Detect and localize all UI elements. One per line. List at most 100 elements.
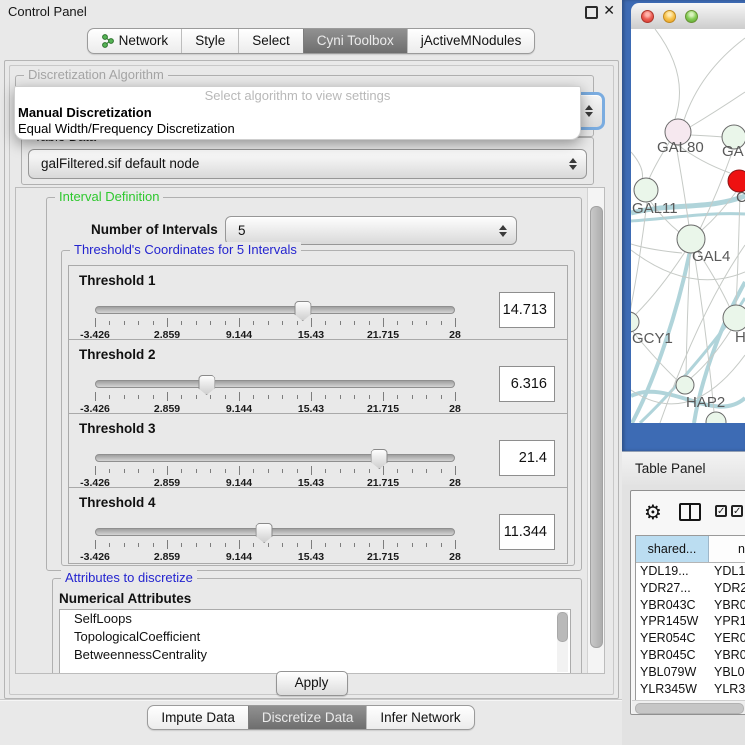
cell[interactable]: YBR0	[708, 597, 745, 614]
dropdown-option-equal-width-frequency[interactable]: Equal Width/Frequency Discretization	[15, 121, 580, 137]
network-window-titlebar[interactable]	[631, 3, 745, 30]
table-row[interactable]: YLR345WYLR3	[636, 681, 745, 698]
float-window-icon[interactable]	[585, 6, 598, 19]
close-icon[interactable]: ✕	[603, 3, 615, 19]
cell[interactable]: YLR345W	[636, 681, 708, 698]
list-scrollbar[interactable]	[557, 612, 568, 672]
table-row[interactable]: YBR043CYBR0	[636, 597, 745, 614]
cell[interactable]: YBL079W	[636, 664, 708, 681]
table-toolbar: ⚙ ✓ ✓	[631, 491, 745, 535]
attributes-group-title: Attributes to discretize	[61, 570, 197, 585]
tab-infer-network[interactable]: Infer Network	[366, 706, 473, 729]
cell[interactable]: YER054C	[636, 630, 708, 647]
number-of-intervals-combobox[interactable]: 5	[225, 216, 517, 245]
cell[interactable]: YER0	[708, 630, 745, 647]
cell[interactable]: YBR0	[708, 647, 745, 664]
settings-scroll-region: Interval Definition Number of Intervals …	[15, 187, 605, 674]
dropdown-prompt-item[interactable]: Select algorithm to view settings	[15, 87, 580, 105]
cell[interactable]: YPR145W	[636, 613, 708, 630]
node-right-mid[interactable]	[723, 305, 745, 331]
slider-track[interactable]	[95, 528, 455, 536]
tab-style[interactable]: Style	[181, 29, 238, 53]
control-panel-titlebar: Control Panel ✕	[0, 0, 622, 24]
threshold-2-slider: -3.4262.8599.14415.4321.71528	[95, 376, 455, 414]
list-scrollbar-thumb[interactable]	[557, 612, 568, 642]
apply-button[interactable]: Apply	[276, 671, 348, 696]
gear-icon[interactable]: ⚙	[644, 500, 662, 524]
window-controls	[641, 10, 698, 23]
threshold-1-value-field[interactable]: 14.713	[499, 292, 555, 328]
edge	[690, 92, 745, 127]
node-label: GAL80	[657, 139, 704, 156]
interval-definition-group: Interval Definition Number of Intervals …	[46, 197, 582, 571]
table-data-combobox[interactable]: galFiltered.sif default node	[28, 149, 587, 179]
tab-infer-network-label: Infer Network	[380, 706, 460, 729]
tab-jactivemnodules[interactable]: jActiveMNodules	[407, 29, 535, 53]
cell[interactable]: YBL0	[708, 664, 745, 681]
tab-discretize-data[interactable]: Discretize Data	[248, 706, 367, 729]
settings-scrollbar-thumb[interactable]	[590, 206, 603, 648]
cell[interactable]: YBR043C	[636, 597, 708, 614]
minimize-traffic-light-icon[interactable]	[663, 10, 676, 23]
scale-label: 21.715	[367, 551, 399, 563]
column-header-name[interactable]: n	[709, 536, 745, 562]
node-label: GAL4	[692, 248, 730, 265]
tab-cyni-toolbox[interactable]: Cyni Toolbox	[303, 29, 407, 53]
slider-track[interactable]	[95, 380, 455, 388]
table-row[interactable]: YDR27...YDR2	[636, 580, 745, 597]
cell[interactable]: YLR3	[708, 681, 745, 698]
settings-vertical-scrollbar[interactable]	[587, 188, 604, 673]
checkbox-icon[interactable]: ✓	[715, 505, 727, 517]
slider-scale: -3.4262.8599.14415.4321.71528	[95, 551, 455, 563]
table-row[interactable]: YBR045CYBR0	[636, 647, 745, 664]
split-columns-icon[interactable]	[679, 503, 701, 521]
threshold-3-slider: -3.4262.8599.14415.4321.71528	[95, 450, 455, 488]
close-traffic-light-icon[interactable]	[641, 10, 654, 23]
control-panel-title: Control Panel	[8, 4, 87, 19]
node-label: GA	[722, 143, 744, 160]
table-horizontal-scrollbar[interactable]	[632, 700, 745, 714]
right-column: GAL80 GA GAL11 GAL4 GCY1 H HAP2 C Table …	[622, 0, 745, 745]
list-item[interactable]: BetweennessCentrality	[60, 646, 570, 664]
cell[interactable]: YDR27...	[636, 580, 708, 597]
list-item[interactable]: TopologicalCoefficient	[60, 628, 570, 646]
node-bottom[interactable]	[706, 412, 726, 423]
bottom-tabbar: Impute Data Discretize Data Infer Networ…	[0, 705, 622, 730]
node-gal11[interactable]	[634, 178, 658, 202]
cell[interactable]: YBR045C	[636, 647, 708, 664]
tab-network[interactable]: Network	[88, 29, 182, 53]
edge	[631, 202, 647, 312]
threshold-2-value-field[interactable]: 6.316	[499, 366, 555, 402]
tab-select[interactable]: Select	[238, 29, 303, 53]
numerical-attributes-label: Numerical Attributes	[59, 591, 191, 606]
cell[interactable]: YPR1	[708, 613, 745, 630]
table-row[interactable]: YBL079WYBL0	[636, 664, 745, 681]
threshold-4-value-field[interactable]: 11.344	[499, 514, 555, 550]
cell[interactable]: YDR2	[708, 580, 745, 597]
node-gcy1[interactable]	[631, 312, 639, 332]
slider-track[interactable]	[95, 306, 455, 314]
column-header-shared-name[interactable]: shared...	[636, 536, 709, 562]
table-row[interactable]: YDL19...YDL1	[636, 563, 745, 580]
slider-ticks	[95, 318, 455, 328]
table-header-row: shared... n	[636, 536, 745, 563]
tab-impute-data[interactable]: Impute Data	[148, 706, 248, 729]
dropdown-option-manual-discretization[interactable]: Manual Discretization	[15, 105, 580, 121]
slider-track[interactable]	[95, 454, 455, 462]
cell[interactable]: YDL1	[708, 563, 745, 580]
slider-ticks	[95, 392, 455, 402]
node-hap2[interactable]	[676, 376, 694, 394]
threshold-3-value-field[interactable]: 21.4	[499, 440, 555, 476]
combo-arrows-icon	[569, 158, 577, 170]
table-row[interactable]: YPR145WYPR1	[636, 613, 745, 630]
list-item[interactable]: SelfLoops	[60, 610, 570, 628]
combo-arrows-icon	[585, 105, 593, 117]
table-row[interactable]: YER054CYER0	[636, 630, 745, 647]
checkbox-icon[interactable]: ✓	[731, 505, 743, 517]
zoom-traffic-light-icon[interactable]	[685, 10, 698, 23]
table-panel-title: Table Panel	[635, 452, 706, 485]
tab-jactivemnodules-label: jActiveMNodules	[421, 29, 522, 53]
table-scrollbar-thumb[interactable]	[635, 703, 744, 714]
network-canvas[interactable]: GAL80 GA GAL11 GAL4 GCY1 H HAP2 C	[631, 29, 745, 423]
cell[interactable]: YDL19...	[636, 563, 708, 580]
